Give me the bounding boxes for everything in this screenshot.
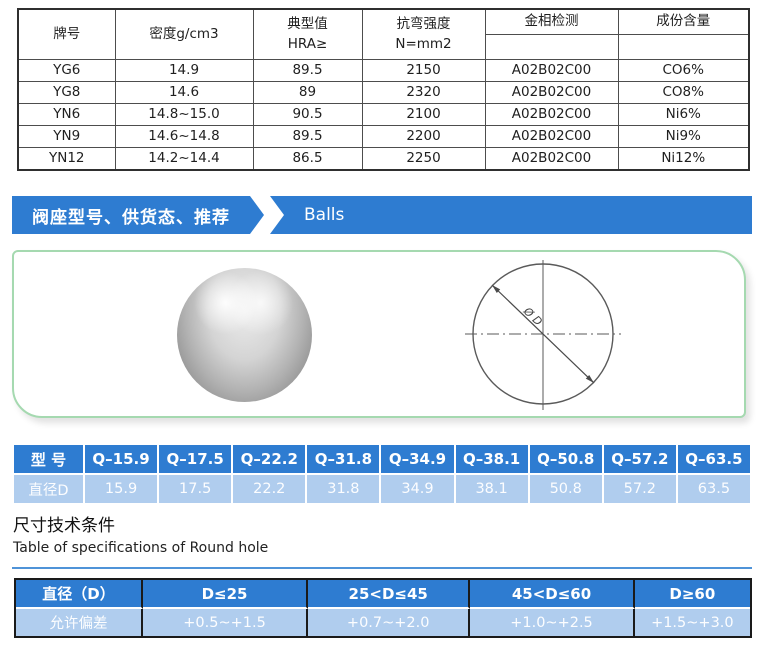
model-header-row: 型 号 Q–15.9 Q–17.5 Q–22.2 Q–31.8 Q–34.9 Q…: [13, 444, 751, 474]
strength-cell: 2250: [362, 148, 485, 171]
composition-cell: Ni12%: [618, 148, 749, 171]
strength-cell: 2320: [362, 82, 485, 104]
size-spec-title-cn: 尺寸技术条件: [13, 511, 115, 536]
table-row: YG8 14.6 89 2320 A02B02C00 CO8%: [18, 82, 749, 104]
header-typical-line1: 典型值: [254, 15, 362, 35]
grade-cell: YG8: [18, 82, 115, 104]
header-bending-strength: 抗弯强度 N=mm2: [362, 9, 485, 60]
composition-cell: Ni6%: [618, 104, 749, 126]
diameter-cell: 22.2: [232, 474, 306, 504]
table-row: YN9 14.6~14.8 89.5 2200 A02B02C00 Ni9%: [18, 126, 749, 148]
hardness-cell: 89.5: [253, 60, 362, 82]
hardness-cell: 89.5: [253, 126, 362, 148]
header-metallographic: 金相检测: [485, 9, 618, 35]
ball-model-table: 型 号 Q–15.9 Q–17.5 Q–22.2 Q–31.8 Q–34.9 Q…: [12, 443, 752, 505]
hardness-cell: 86.5: [253, 148, 362, 171]
metallographic-cell: A02B02C00: [485, 104, 618, 126]
model-cell: Q–38.1: [455, 444, 529, 474]
grade-cell: YN6: [18, 104, 115, 126]
grade-cell: YN12: [18, 148, 115, 171]
metallographic-cell: A02B02C00: [485, 148, 618, 171]
density-cell: 14.2~14.4: [115, 148, 253, 171]
range-cell: 45<D≤60: [470, 580, 634, 609]
header-density: 密度g/cm3: [115, 9, 253, 60]
range-cell: 25<D≤45: [308, 580, 470, 609]
product-image-panel: Ø D: [12, 250, 746, 418]
tolerance-header-row: 直径（D） D≤25 25<D≤45 45<D≤60 D≥60: [16, 580, 750, 609]
model-cell: Q–34.9: [380, 444, 454, 474]
diameter-cell: 31.8: [306, 474, 380, 504]
diameter-tolerance-table: 直径（D） D≤25 25<D≤45 45<D≤60 D≥60 允许偏差 +0.…: [14, 578, 752, 638]
model-cell: Q–31.8: [306, 444, 380, 474]
strength-cell: 2100: [362, 104, 485, 126]
empty-cell: [485, 35, 618, 60]
hardness-cell: 90.5: [253, 104, 362, 126]
diameter-cell: 57.2: [603, 474, 677, 504]
model-header-label: 型 号: [13, 444, 84, 474]
empty-cell: [618, 35, 749, 60]
carbide-grade-spec-table: 牌号 密度g/cm3 典型值 HRA≥ 抗弯强度 N=mm2 金相检测 成份含量…: [17, 8, 750, 171]
diameter-cell: 50.8: [529, 474, 603, 504]
diameter-cell: 34.9: [380, 474, 454, 504]
tolerance-row-label: 允许偏差: [16, 609, 143, 636]
strength-cell: 2200: [362, 126, 485, 148]
diameter-label: Ø D: [520, 304, 545, 328]
grade-cell: YG6: [18, 60, 115, 82]
range-cell: D≥60: [635, 580, 750, 609]
model-cell: Q–15.9: [84, 444, 158, 474]
table-row: YN12 14.2~14.4 86.5 2250 A02B02C00 Ni12%: [18, 148, 749, 171]
diameter-row: 直径D 15.9 17.5 22.2 31.8 34.9 38.1 50.8 5…: [13, 474, 751, 504]
grade-cell: YN9: [18, 126, 115, 148]
banner-label-segment: Balls: [270, 196, 752, 234]
carbide-ball-image: [177, 268, 312, 402]
metallographic-cell: A02B02C00: [485, 60, 618, 82]
range-cell: D≤25: [143, 580, 308, 609]
hardness-cell: 89: [253, 82, 362, 104]
header-strength-line1: 抗弯强度: [363, 15, 485, 35]
tolerance-value-row: 允许偏差 +0.5~+1.5 +0.7~+2.0 +1.0~+2.5 +1.5~…: [16, 609, 750, 636]
tolerance-cell: +0.7~+2.0: [308, 609, 470, 636]
model-cell: Q–57.2: [603, 444, 677, 474]
diameter-cell: 63.5: [677, 474, 751, 504]
diameter-row-label: 直径D: [13, 474, 84, 504]
banner-label: Balls: [304, 205, 344, 225]
density-cell: 14.6~14.8: [115, 126, 253, 148]
metallographic-cell: A02B02C00: [485, 126, 618, 148]
banner-title: 阀座型号、供货态、推荐: [32, 203, 230, 228]
model-cell: Q–50.8: [529, 444, 603, 474]
density-cell: 14.9: [115, 60, 253, 82]
strength-cell: 2150: [362, 60, 485, 82]
composition-cell: Ni9%: [618, 126, 749, 148]
table-row: YG6 14.9 89.5 2150 A02B02C00 CO6%: [18, 60, 749, 82]
header-strength-line2: N=mm2: [363, 35, 485, 55]
model-cell: Q–63.5: [677, 444, 751, 474]
diameter-cell: 15.9: [84, 474, 158, 504]
table-row: YN6 14.8~15.0 90.5 2100 A02B02C00 Ni6%: [18, 104, 749, 126]
model-cell: Q–17.5: [158, 444, 232, 474]
section-banner: 阀座型号、供货态、推荐 Balls: [12, 196, 752, 234]
diameter-cell: 17.5: [158, 474, 232, 504]
header-typical-value: 典型值 HRA≥: [253, 9, 362, 60]
diameter-cell: 38.1: [455, 474, 529, 504]
density-cell: 14.8~15.0: [115, 104, 253, 126]
tolerance-cell: +1.5~+3.0: [635, 609, 750, 636]
composition-cell: CO8%: [618, 82, 749, 104]
ball-diameter-drawing: Ø D: [457, 258, 637, 414]
composition-cell: CO6%: [618, 60, 749, 82]
size-spec-title-en: Table of specifications of Round hole: [13, 540, 268, 556]
metallographic-cell: A02B02C00: [485, 82, 618, 104]
tolerance-header-label: 直径（D）: [16, 580, 143, 609]
spec-header-row: 牌号 密度g/cm3 典型值 HRA≥ 抗弯强度 N=mm2 金相检测 成份含量: [18, 9, 749, 35]
density-cell: 14.6: [115, 82, 253, 104]
tolerance-cell: +0.5~+1.5: [143, 609, 308, 636]
header-typical-line2: HRA≥: [254, 35, 362, 55]
model-cell: Q–22.2: [232, 444, 306, 474]
header-grade: 牌号: [18, 9, 115, 60]
divider-rule: [12, 567, 752, 569]
banner-title-segment: 阀座型号、供货态、推荐: [12, 196, 264, 234]
tolerance-cell: +1.0~+2.5: [470, 609, 634, 636]
header-composition: 成份含量: [618, 9, 749, 35]
